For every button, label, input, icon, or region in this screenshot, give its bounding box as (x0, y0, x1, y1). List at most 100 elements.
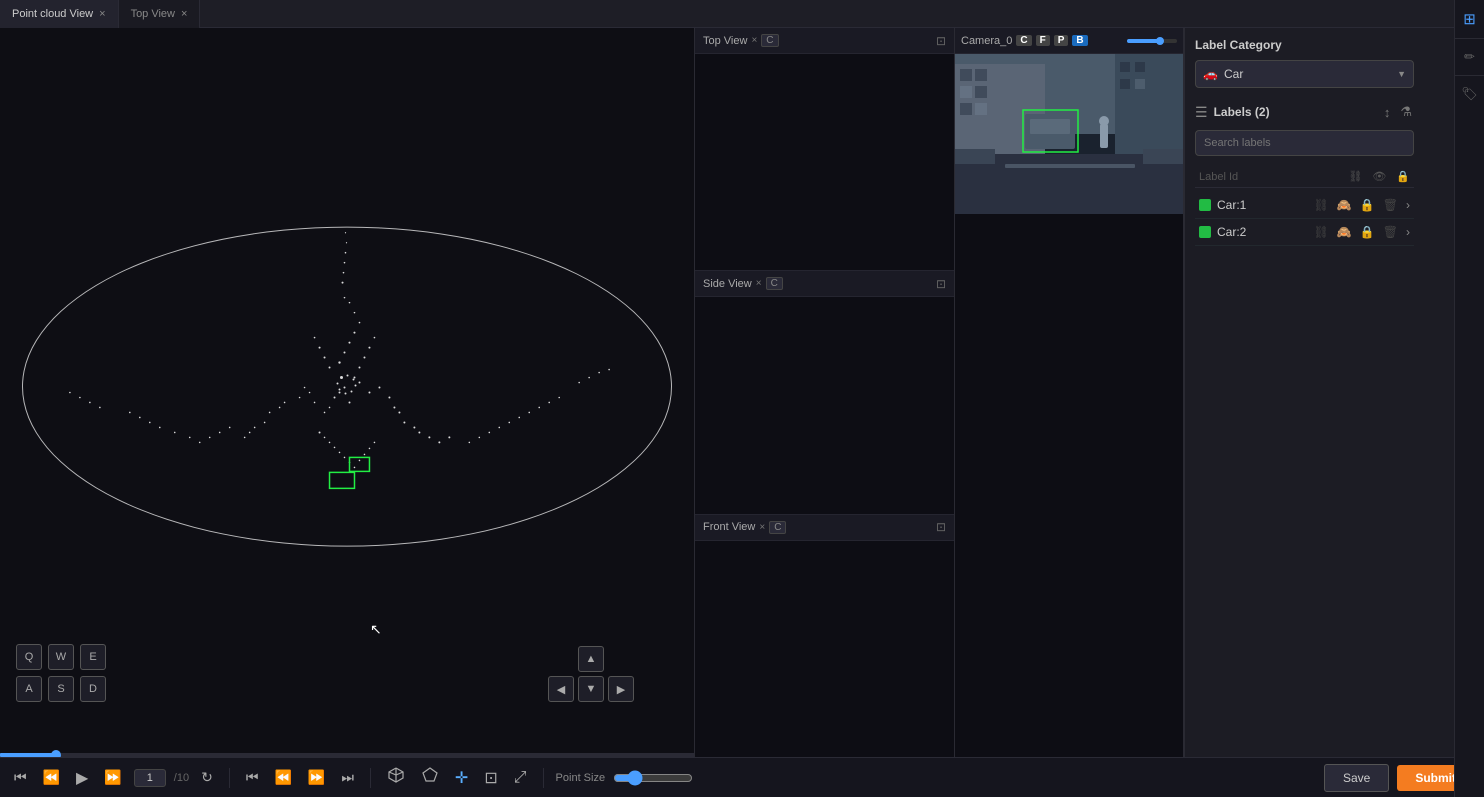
key-left: ◀ (548, 676, 574, 702)
step-back-button[interactable]: ⏪ (39, 767, 64, 788)
lock-icon-header: 🔒 (1396, 170, 1410, 183)
side-view-close[interactable]: × (756, 278, 762, 289)
label-name-car1: Car:1 (1217, 198, 1314, 212)
labels-table-header: Label Id ⛓ 👁 🔒 (1195, 166, 1414, 188)
label-name-car2: Car:2 (1217, 225, 1314, 239)
tab-top-view[interactable]: Top View × (119, 0, 201, 28)
point-size-slider[interactable] (613, 770, 693, 786)
key-a: A (16, 676, 42, 702)
point-cloud-tab-label: Point cloud View (12, 8, 93, 20)
panel-icon-grid[interactable]: ⊞ (1455, 28, 1484, 39)
front-view-close[interactable]: × (759, 522, 765, 533)
front-view-panel: Front View × C ⊡ (695, 515, 954, 757)
labels-title: Labels (2) (1214, 105, 1376, 119)
top-view-body[interactable] (695, 54, 954, 270)
key-q: Q (16, 644, 42, 670)
transform-tool-button[interactable]: ⊡ (480, 766, 501, 790)
camera-bottom-area (955, 214, 1183, 757)
side-view-maximize[interactable]: ⊡ (936, 277, 946, 291)
label-row-car1[interactable]: Car:1 ⛓ 🙈 🔒 🗑 › (1195, 192, 1414, 219)
camera-header: Camera_0 C F P B (955, 28, 1183, 54)
top-view-close[interactable]: × (751, 35, 757, 46)
top-view-maximize[interactable]: ⊡ (936, 34, 946, 48)
timeline-progress-bar[interactable] (0, 753, 694, 757)
label-id-header: Label Id (1199, 171, 1348, 183)
side-view-c-badge: C (766, 277, 783, 290)
key-right: ▶ (608, 676, 634, 702)
top-view-title: Top View (703, 35, 747, 47)
point-cloud-panel: ↖ Q W E A S D ▲ (0, 28, 695, 757)
side-view-body[interactable] (695, 297, 954, 513)
refresh-button[interactable]: ↻ (197, 767, 217, 788)
frame-input[interactable]: 1 (134, 769, 166, 787)
next-frame-button[interactable]: ⏩ (304, 767, 329, 788)
label-expand-car1[interactable]: › (1406, 198, 1410, 212)
labels-filter-button[interactable]: ⚗ (1398, 102, 1414, 122)
prev-frame-button[interactable]: ⏪ (270, 767, 295, 788)
save-button[interactable]: Save (1324, 764, 1389, 792)
key-down: ▼ (578, 676, 604, 702)
front-view-header: Front View × C ⊡ (695, 515, 954, 541)
label-eye-icon-car2[interactable]: 🙈 (1337, 225, 1352, 239)
camera-scene-svg (955, 54, 1183, 214)
progress-handle (51, 750, 61, 757)
label-category-title: Label Category (1195, 38, 1414, 52)
front-view-c-badge: C (769, 521, 786, 534)
fit-view-button[interactable]: ⤢ (510, 767, 531, 789)
bottom-toolbar: ⏮ ⏪ ▶ ⏩ 1 /10 ↻ ⏮ ⏪ ⏩ ⏭ ✛ ⊡ ⤢ Point Size… (0, 757, 1484, 797)
side-view-header: Side View × C ⊡ (695, 271, 954, 297)
panel-icon-edit[interactable]: ✏ (1455, 39, 1484, 76)
search-labels-input[interactable] (1195, 130, 1414, 156)
front-view-maximize[interactable]: ⊡ (936, 520, 946, 534)
camera-image[interactable] (955, 54, 1183, 214)
label-lock-icon-car1[interactable]: 🔒 (1360, 198, 1375, 212)
camera-badge-f: F (1036, 35, 1050, 46)
label-color-car2 (1199, 226, 1211, 238)
label-row-car2[interactable]: Car:2 ⛓ 🙈 🔒 🗑 › (1195, 219, 1414, 246)
keyboard-hints: Q W E A S D (16, 644, 106, 702)
top-view-c-badge: C (761, 34, 778, 47)
category-select[interactable]: CarPedestrianCyclist (1195, 60, 1414, 88)
label-link-icon-car1[interactable]: ⛓ (1314, 198, 1329, 212)
camera-badge-b: B (1072, 35, 1087, 46)
top-view-panel: Top View × C ⊡ (695, 28, 954, 271)
fast-rewind-button[interactable]: ⏮ (242, 767, 263, 788)
side-view-title: Side View (703, 278, 752, 290)
top-view-header: Top View × C ⊡ (695, 28, 954, 54)
label-link-icon-car2[interactable]: ⛓ (1314, 225, 1329, 239)
tab-point-cloud[interactable]: Point cloud View × (0, 0, 119, 28)
front-view-body[interactable] (695, 541, 954, 757)
fast-forward-button[interactable]: ⏭ (337, 767, 358, 788)
camera-badge-p: P (1054, 35, 1069, 46)
frame-total: /10 (174, 772, 189, 784)
car-icon: 🚗 (1203, 67, 1218, 81)
front-view-title: Front View (703, 521, 755, 533)
label-delete-icon-car1[interactable]: 🗑 (1383, 198, 1398, 212)
camera-slider[interactable] (1127, 39, 1177, 43)
polygon-tool-button[interactable] (417, 764, 443, 791)
label-lock-icon-car2[interactable]: 🔒 (1360, 225, 1375, 239)
labels-sort-button[interactable]: ↕ (1382, 103, 1393, 122)
key-s: S (48, 676, 74, 702)
panel-icon-tag[interactable]: 🏷 (1455, 76, 1484, 112)
labels-list-icon: ☰ (1195, 104, 1208, 121)
camera-badge-c: C (1016, 35, 1031, 46)
point-cloud-viewport[interactable]: ↖ Q W E A S D ▲ (0, 28, 694, 757)
arrow-keys: ▲ ◀ ▼ ▶ (548, 646, 634, 702)
play-button[interactable]: ▶ (72, 766, 92, 790)
skip-start-button[interactable]: ⏮ (10, 767, 31, 788)
step-forward-button[interactable]: ⏩ (100, 767, 125, 788)
cursor-indicator: ↖ (370, 621, 382, 637)
eye-icon-header: 👁 (1372, 170, 1386, 183)
label-expand-car2[interactable]: › (1406, 225, 1410, 239)
label-eye-icon-car1[interactable]: 🙈 (1337, 198, 1352, 212)
cube-tool-button[interactable] (383, 764, 409, 791)
progress-fill (0, 753, 56, 757)
label-delete-icon-car2[interactable]: 🗑 (1383, 225, 1398, 239)
side-view-panel: Side View × C ⊡ (695, 271, 954, 514)
key-up: ▲ (578, 646, 604, 672)
middle-column: Top View × C ⊡ Side View × C (695, 28, 955, 757)
point-cloud-tab-close[interactable]: × (99, 8, 105, 20)
top-view-tab-close[interactable]: × (181, 8, 187, 20)
move-tool-button[interactable]: ✛ (451, 766, 472, 790)
